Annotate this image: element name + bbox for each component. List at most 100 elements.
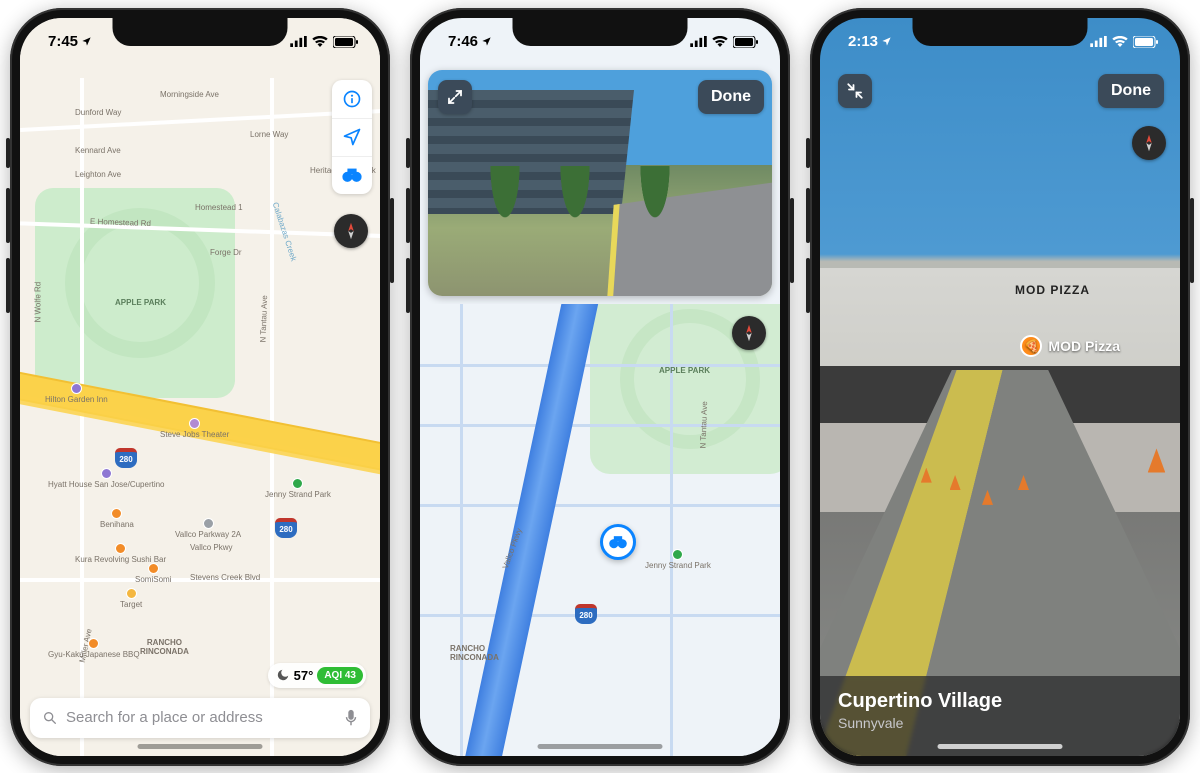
map-label-rancho: RANCHO RINCONADA — [140, 638, 189, 656]
map-label-apple-park: APPLE PARK — [659, 366, 710, 375]
done-button[interactable]: Done — [698, 80, 764, 114]
binoculars-icon — [341, 166, 363, 184]
poi-kura[interactable]: Kura Revolving Sushi Bar — [75, 543, 166, 564]
map-label-tantau: N Tantau Ave — [699, 401, 710, 449]
map-label-tantau: N Tantau Ave — [259, 295, 270, 343]
poi-label: Gyu-Kaku Japanese BBQ — [48, 650, 140, 659]
map-label-dunford: Dunford Way — [75, 108, 121, 117]
home-indicator[interactable] — [538, 744, 663, 749]
poi-hyatt[interactable]: Hyatt House San Jose/Cupertino — [48, 468, 165, 489]
highway-lookaround — [457, 304, 609, 756]
road-graphic — [605, 179, 772, 296]
weather-pill[interactable]: 57° AQI 43 — [268, 663, 366, 688]
phone-side-button — [806, 258, 810, 313]
done-button[interactable]: Done — [1098, 74, 1164, 108]
phone-side-button — [6, 188, 10, 243]
compass-button[interactable] — [1132, 126, 1166, 160]
clock-text: 7:46 — [448, 33, 478, 50]
poi-benihana[interactable]: Benihana — [100, 508, 134, 529]
search-icon — [42, 710, 58, 726]
phone-lookaround-split: 7:46 Done — [410, 8, 790, 766]
clock-text: 7:45 — [48, 33, 78, 50]
poi-sjt[interactable]: Steve Jobs Theater — [160, 418, 229, 439]
poi-label: Vallco Parkway 2A — [175, 530, 241, 539]
map-canvas[interactable]: 280 280 APPLE PARK RANCHO RINCONADA E Ho… — [20, 18, 380, 756]
expand-button[interactable] — [438, 80, 472, 114]
phone-side-button — [406, 138, 410, 168]
battery-icon — [1133, 36, 1158, 48]
map-label-stevens: Stevens Creek Blvd — [190, 573, 260, 582]
poi-label: Target — [120, 600, 142, 609]
poi-callout[interactable]: 🍕 MOD Pizza — [1020, 335, 1120, 357]
lookaround-button[interactable] — [332, 156, 372, 194]
home-indicator[interactable] — [138, 744, 263, 749]
map-label-lorne: Lorne Way — [250, 130, 288, 139]
map-label-vallco: Vallco Pkwy — [190, 543, 233, 552]
location-title: Cupertino Village — [838, 690, 1162, 713]
weather-temp: 57° — [294, 668, 314, 683]
collapse-button[interactable] — [838, 74, 872, 108]
phone-side-button — [790, 198, 794, 283]
street — [420, 504, 780, 507]
phone-maps: 7:45 280 280 APPLE PARK RANCHO RINCONADA — [10, 8, 390, 766]
compass-button[interactable] — [732, 316, 766, 350]
map-label-wolfe: N Wolfe Rd — [34, 281, 43, 322]
wifi-icon — [1112, 36, 1128, 48]
poi-somisomi[interactable]: SomiSomi — [135, 563, 171, 584]
screen: 7:45 280 280 APPLE PARK RANCHO RINCONADA — [20, 18, 380, 756]
status-icons — [290, 36, 358, 48]
notch — [513, 18, 688, 46]
locate-button[interactable] — [332, 118, 372, 156]
highway-shield: 280 — [275, 518, 297, 538]
compass-icon — [1138, 132, 1160, 154]
info-button[interactable] — [332, 80, 372, 118]
poi-target[interactable]: Target — [120, 588, 142, 609]
search-bar[interactable]: Search for a place or address — [30, 698, 370, 738]
status-icons — [1090, 36, 1158, 48]
poi-label: Jenny Strand Park — [265, 490, 331, 499]
battery-icon — [733, 36, 758, 48]
poi-gyu[interactable]: Gyu-Kaku Japanese BBQ — [48, 638, 140, 659]
street — [460, 304, 463, 756]
store-sign-text: MOD PIZZA — [1015, 283, 1090, 297]
phone-side-button — [390, 198, 394, 283]
location-arrow-icon — [481, 36, 492, 47]
microphone-icon[interactable] — [344, 709, 358, 727]
notch — [113, 18, 288, 46]
battery-icon — [333, 36, 358, 48]
phone-side-button — [1190, 198, 1194, 283]
poi-vallco-park[interactable]: Vallco Parkway 2A — [175, 518, 241, 539]
highway-shield: 280 — [115, 448, 137, 468]
compass-button[interactable] — [334, 214, 368, 248]
wifi-icon — [312, 36, 328, 48]
highway-shield: 280 — [575, 604, 597, 624]
wifi-icon — [712, 36, 728, 48]
poi-label: Steve Jobs Theater — [160, 430, 229, 439]
tree-graphic — [488, 166, 522, 226]
map-label-homestead: E Homestead Rd — [90, 216, 151, 227]
map-canvas[interactable]: 280 APPLE PARK Jenny Strand Park RANCHO … — [420, 304, 780, 756]
poi-label: Hyatt House San Jose/Cupertino — [48, 480, 165, 489]
poi-jenny[interactable]: Jenny Strand Park — [645, 549, 711, 570]
map-label-homestead1: Homestead 1 — [195, 203, 243, 212]
home-indicator[interactable] — [938, 744, 1063, 749]
screen: 7:46 Done — [420, 18, 780, 756]
cellular-icon — [1090, 36, 1107, 47]
phone-side-button — [806, 138, 810, 168]
phone-lookaround-full: 2:13 MOD PIZZA 🍕 MOD Pizza — [810, 8, 1190, 766]
phone-side-button — [406, 188, 410, 243]
street — [420, 424, 780, 427]
lookaround-marker[interactable] — [600, 524, 636, 560]
collapse-icon — [846, 82, 864, 100]
poi-jenny[interactable]: Jenny Strand Park — [265, 478, 331, 499]
search-placeholder: Search for a place or address — [66, 709, 336, 726]
lookaround-viewport[interactable]: MOD PIZZA 🍕 MOD Pizza — [820, 18, 1180, 756]
phone-side-button — [6, 258, 10, 313]
poi-hilton[interactable]: Hilton Garden Inn — [45, 383, 108, 404]
location-subtitle: Sunnyvale — [838, 715, 1162, 731]
status-time: 7:46 — [448, 33, 492, 50]
restaurant-icon: 🍕 — [1020, 335, 1042, 357]
info-icon — [342, 89, 362, 109]
clock-text: 2:13 — [848, 33, 878, 50]
street — [420, 614, 780, 617]
